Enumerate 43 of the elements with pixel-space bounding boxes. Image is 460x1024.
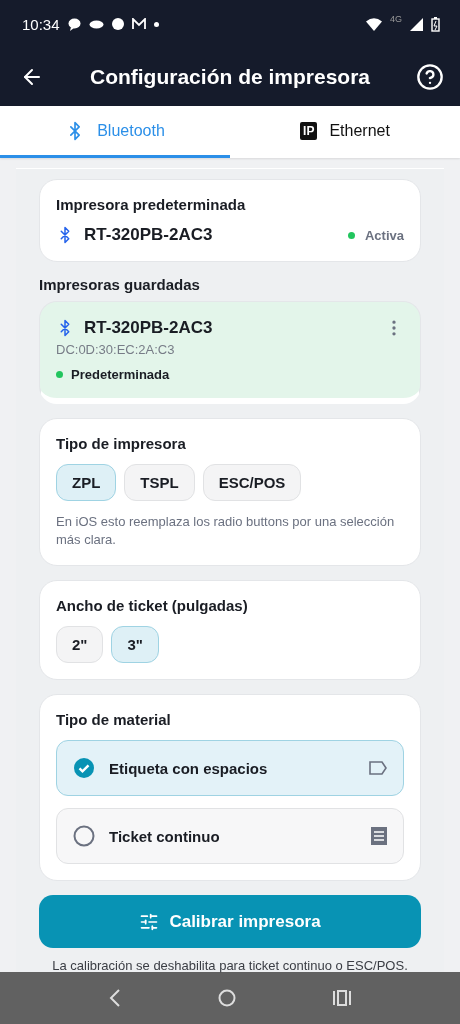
battery-icon [431, 16, 440, 32]
hint-text: En iOS esto reemplaza los radio buttons por una selección más clara. [56, 513, 396, 549]
card-heading: Ancho de ticket (pulgadas) [56, 597, 249, 614]
ip-badge: IP [300, 121, 318, 140]
radio-icon[interactable] [73, 825, 95, 847]
back-icon[interactable] [108, 989, 121, 1007]
recents-icon[interactable] [333, 990, 352, 1006]
option-chip[interactable]: ZPL [56, 464, 117, 501]
checked-radio-icon[interactable] [73, 757, 95, 779]
chat-icon [67, 17, 81, 31]
receipt-icon [371, 827, 387, 845]
footnote: La calibración se deshabilita para ticket continuo o ESC/POS. [51, 958, 409, 973]
material-option[interactable]: Etiqueta con espacios [56, 740, 404, 796]
option-chip[interactable]: 3" [111, 626, 159, 663]
network-type: 4G [390, 14, 402, 24]
signal-icon [410, 17, 423, 31]
option-chip[interactable]: ESC/POS [202, 464, 302, 501]
wifi-icon [366, 17, 382, 31]
printer-status: Activa [364, 227, 404, 243]
card-heading: Tipo de material [56, 711, 172, 728]
printer-name: RT-320PB-2AC3 [84, 225, 214, 245]
status-dot [347, 231, 355, 239]
section-heading: Impresoras guardadas [39, 276, 201, 293]
material-option[interactable]: Ticket continuo [56, 808, 404, 864]
clock: 10:34 [22, 15, 60, 33]
home-icon[interactable] [218, 989, 236, 1007]
saved-printer-card[interactable]: RT-320PB-2AC3 DC:0D:30:EC:2A:C3 Predeterminada [39, 301, 421, 404]
card-heading: Tipo de impresora [56, 435, 187, 452]
printer-name: RT-320PB-2AC3 [84, 318, 214, 338]
screen-title: Configuración de impresora [88, 65, 371, 89]
card-heading: Impresora predeterminada [56, 196, 247, 213]
tab[interactable]: IP Ethernet [230, 106, 460, 158]
status-dot [56, 371, 63, 378]
printer-status: Predeterminada [71, 367, 170, 382]
mail-icon [131, 18, 146, 30]
dot-icon [153, 21, 159, 27]
option-chip[interactable]: TSPL [124, 464, 195, 501]
tag-icon [369, 761, 387, 775]
help-button[interactable] [416, 63, 444, 91]
option-chip[interactable]: 2" [56, 626, 104, 663]
sliders-icon [139, 911, 160, 932]
calibrate-button[interactable]: Calibrar impresora [39, 895, 421, 948]
printer-address: DC:0D:30:EC:2A:C3 [56, 342, 176, 357]
